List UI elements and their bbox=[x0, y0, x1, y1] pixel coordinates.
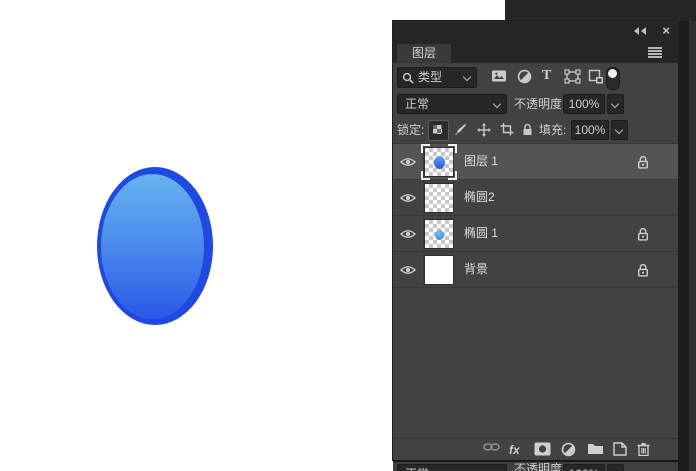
lock-icon bbox=[637, 263, 649, 277]
selection-corner bbox=[448, 171, 457, 180]
chevron-down-icon bbox=[614, 125, 624, 135]
selection-corner bbox=[421, 144, 430, 153]
lock-label: 锁定: bbox=[397, 123, 425, 137]
layer-name[interactable]: 椭圆2 bbox=[464, 180, 495, 215]
lock-all-padlock-icon[interactable] bbox=[522, 123, 537, 138]
chevron-down-icon bbox=[610, 99, 620, 109]
lock-transparent-pixels-button[interactable] bbox=[428, 120, 449, 141]
tab-layers[interactable]: 图层 bbox=[397, 44, 451, 63]
opacity-dropdown-button[interactable] bbox=[607, 94, 624, 114]
visibility-toggle[interactable] bbox=[393, 252, 424, 287]
opacity-dropdown-button[interactable] bbox=[607, 464, 624, 471]
blend-mode-row: 正常 不透明度: 100% bbox=[393, 91, 678, 117]
delete-layer-trash-icon[interactable] bbox=[637, 442, 655, 458]
layer-row-tuceng1[interactable]: 图层 1 bbox=[393, 144, 678, 180]
panel-dock-gap bbox=[678, 21, 689, 471]
thumbnail-dot bbox=[435, 230, 444, 240]
visibility-toggle[interactable] bbox=[393, 180, 424, 215]
lock-icon bbox=[637, 227, 649, 241]
layer-name[interactable]: 图层 1 bbox=[464, 144, 498, 179]
toggle-knob bbox=[608, 69, 617, 78]
new-layer-icon[interactable] bbox=[613, 442, 631, 458]
chevron-down-icon bbox=[492, 99, 502, 109]
panel-titlebar: × bbox=[393, 21, 678, 41]
docked-panel-partial: 正常 不透明度: 100% bbox=[393, 460, 678, 471]
panel-bottom-toolbar: fx bbox=[393, 438, 678, 460]
visibility-toggle[interactable] bbox=[393, 144, 424, 179]
add-layer-mask-icon[interactable] bbox=[534, 442, 552, 458]
layers-panel: × 图层 类型 T 正常 不透明度: 100% 锁定: 填充: 100% 图层 … bbox=[393, 21, 678, 460]
filter-adjustment-layers-icon[interactable] bbox=[517, 69, 535, 86]
thumbnail-ellipse bbox=[434, 156, 445, 169]
filter-kind-dropdown[interactable]: 类型 bbox=[397, 67, 477, 88]
filter-type-layers-icon[interactable]: T bbox=[542, 68, 560, 85]
opacity-label: 不透明度: bbox=[514, 97, 566, 111]
layer-row-tuoyuan2[interactable]: 椭圆2 bbox=[393, 180, 678, 216]
application-window: × 图层 类型 T 正常 不透明度: 100% 锁定: 填充: 100% 图层 … bbox=[0, 0, 696, 471]
filter-toggle-switch[interactable] bbox=[606, 67, 620, 90]
blend-mode-dropdown[interactable]: 正常 bbox=[397, 94, 507, 114]
dock-edge bbox=[689, 21, 696, 471]
filter-row: 类型 T bbox=[393, 63, 678, 91]
checkerboard-icon bbox=[433, 125, 442, 134]
fill-dropdown-button[interactable] bbox=[611, 120, 628, 140]
visibility-toggle[interactable] bbox=[393, 216, 424, 251]
panel-tabstrip: 图层 bbox=[393, 41, 678, 63]
lock-row: 锁定: 填充: 100% bbox=[393, 117, 678, 143]
lock-icon bbox=[637, 155, 649, 169]
filter-pixel-layers-icon[interactable] bbox=[491, 69, 509, 86]
layer-thumbnail[interactable] bbox=[424, 183, 454, 213]
close-panel-icon[interactable]: × bbox=[662, 23, 670, 39]
canvas-blue-ellipse bbox=[97, 167, 213, 325]
filter-kind-label: 类型 bbox=[418, 70, 443, 84]
layer-name[interactable]: 背景 bbox=[464, 252, 488, 287]
selection-corner bbox=[421, 171, 430, 180]
new-adjustment-layer-icon[interactable] bbox=[561, 442, 579, 458]
eye-icon bbox=[400, 158, 416, 166]
blend-mode-value: 正常 bbox=[405, 97, 430, 111]
filter-smart-objects-icon[interactable] bbox=[588, 69, 606, 86]
search-icon bbox=[402, 72, 414, 84]
lock-image-pixels-brush-icon[interactable] bbox=[454, 123, 469, 138]
layer-thumbnail[interactable] bbox=[424, 255, 454, 285]
layer-name[interactable]: 椭圆 1 bbox=[464, 216, 498, 251]
layer-row-tuoyuan1[interactable]: 椭圆 1 bbox=[393, 216, 678, 252]
opacity-value-field[interactable]: 100% bbox=[563, 94, 605, 114]
eye-icon bbox=[400, 194, 416, 202]
blend-mode-value: 正常 bbox=[405, 465, 429, 471]
lock-position-move-icon[interactable] bbox=[477, 123, 492, 138]
collapse-panel-icon[interactable] bbox=[634, 27, 648, 35]
link-layers-icon[interactable] bbox=[483, 442, 501, 458]
eye-icon bbox=[400, 230, 416, 238]
filter-shape-layers-icon[interactable] bbox=[564, 69, 582, 86]
blend-mode-dropdown-partial[interactable]: 正常 bbox=[397, 464, 507, 471]
chevron-down-icon bbox=[462, 72, 472, 82]
panel-menu-icon[interactable] bbox=[648, 46, 662, 58]
lock-artboard-icon[interactable] bbox=[500, 123, 515, 138]
app-background-strip bbox=[505, 0, 696, 21]
fill-value-field[interactable]: 100% bbox=[571, 120, 609, 140]
eye-icon bbox=[400, 266, 416, 274]
new-group-folder-icon[interactable] bbox=[587, 442, 605, 458]
layer-effects-icon[interactable]: fx bbox=[509, 442, 527, 458]
layer-thumbnail[interactable] bbox=[421, 144, 457, 180]
layer-row-background[interactable]: 背景 bbox=[393, 252, 678, 288]
opacity-label: 不透明度: bbox=[514, 462, 566, 471]
layer-thumbnail[interactable] bbox=[424, 219, 454, 249]
selection-corner bbox=[448, 144, 457, 153]
canvas-ellipse-gradient bbox=[101, 174, 204, 319]
fill-label: 填充: bbox=[539, 123, 567, 137]
opacity-value-field[interactable]: 100% bbox=[563, 464, 605, 471]
